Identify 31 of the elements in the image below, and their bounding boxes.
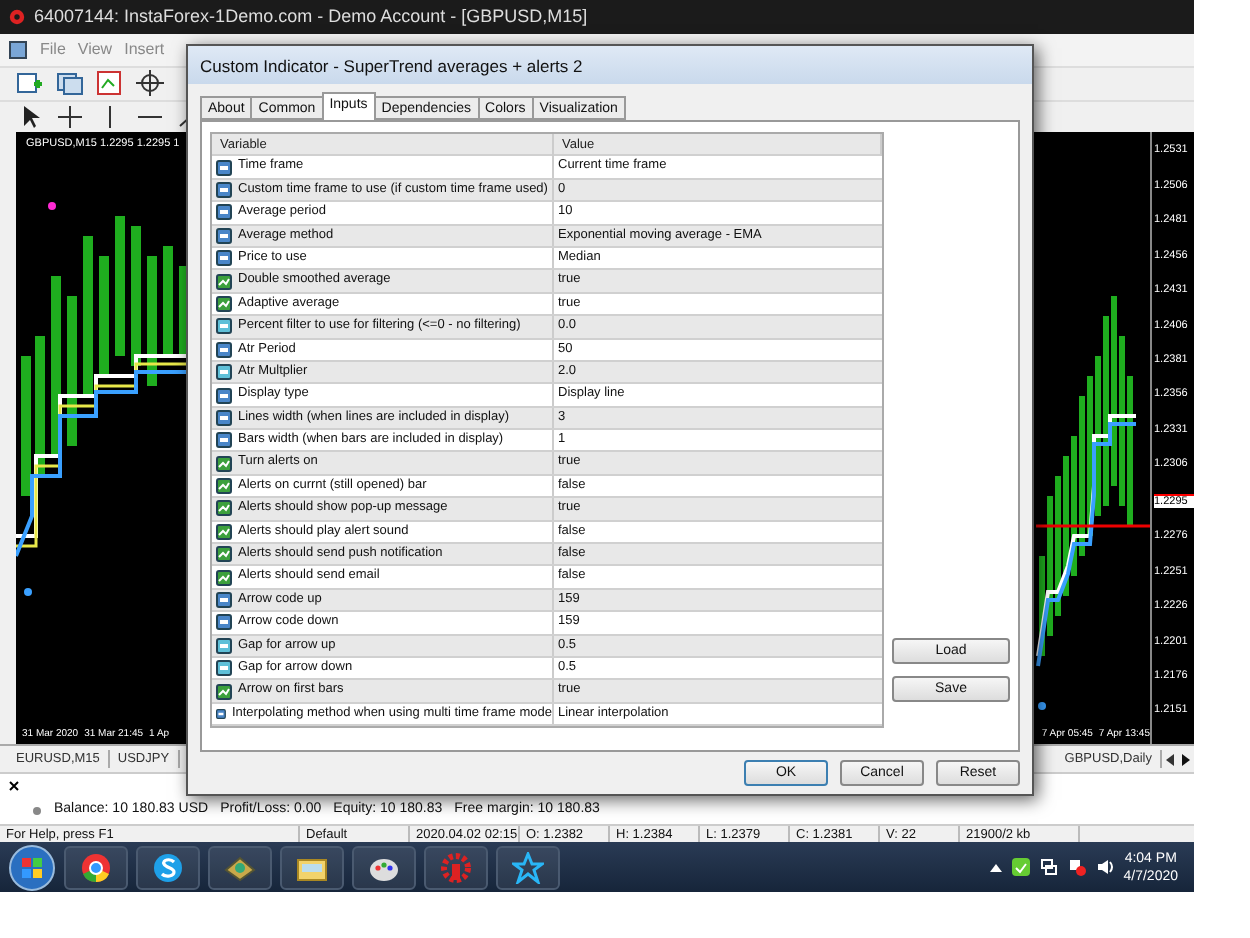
crosshair-icon[interactable]: [56, 103, 84, 130]
dialog-title: Custom Indicator - SuperTrend averages + alerts 2: [200, 55, 583, 75]
chat-taskbar-button[interactable]: [136, 845, 200, 889]
gear-icon: [440, 851, 472, 883]
speaker-icon[interactable]: [1095, 858, 1114, 876]
game-taskbar-button[interactable]: [208, 845, 272, 889]
chart-window-icon[interactable]: [96, 70, 124, 97]
paint-taskbar-button[interactable]: [352, 845, 416, 889]
scroll-right-icon[interactable]: [1178, 751, 1194, 768]
scroll-left-icon[interactable]: [1162, 751, 1178, 768]
network-icon[interactable]: [1039, 858, 1058, 876]
profiles-icon[interactable]: [56, 70, 84, 97]
chat-app-icon: [152, 851, 184, 883]
new-chart-icon[interactable]: [16, 70, 44, 97]
folder-taskbar-button[interactable]: [280, 845, 344, 889]
toggle-type-icon: [216, 273, 232, 290]
browser-taskbar-button[interactable]: [64, 845, 128, 889]
start-button-icon[interactable]: [8, 843, 56, 891]
shield-check-icon[interactable]: [1011, 858, 1030, 876]
star-icon: [512, 851, 544, 883]
toggle-type-icon: [216, 455, 232, 472]
toggle-type-icon: [216, 683, 232, 700]
star-taskbar-button[interactable]: [496, 845, 560, 889]
app-icon: [8, 39, 28, 60]
diamond-icon: [224, 851, 256, 883]
dot-icon: [32, 806, 42, 817]
caret-up-icon[interactable]: [989, 862, 1002, 872]
window-title: 64007144: InstaForex-1Demo.com - Demo Account - [GBPUSD,M15]: [34, 6, 588, 27]
flag-alert-icon[interactable]: [1067, 858, 1086, 876]
browser-icon: [80, 851, 112, 883]
crosshair-icon[interactable]: [136, 70, 164, 97]
